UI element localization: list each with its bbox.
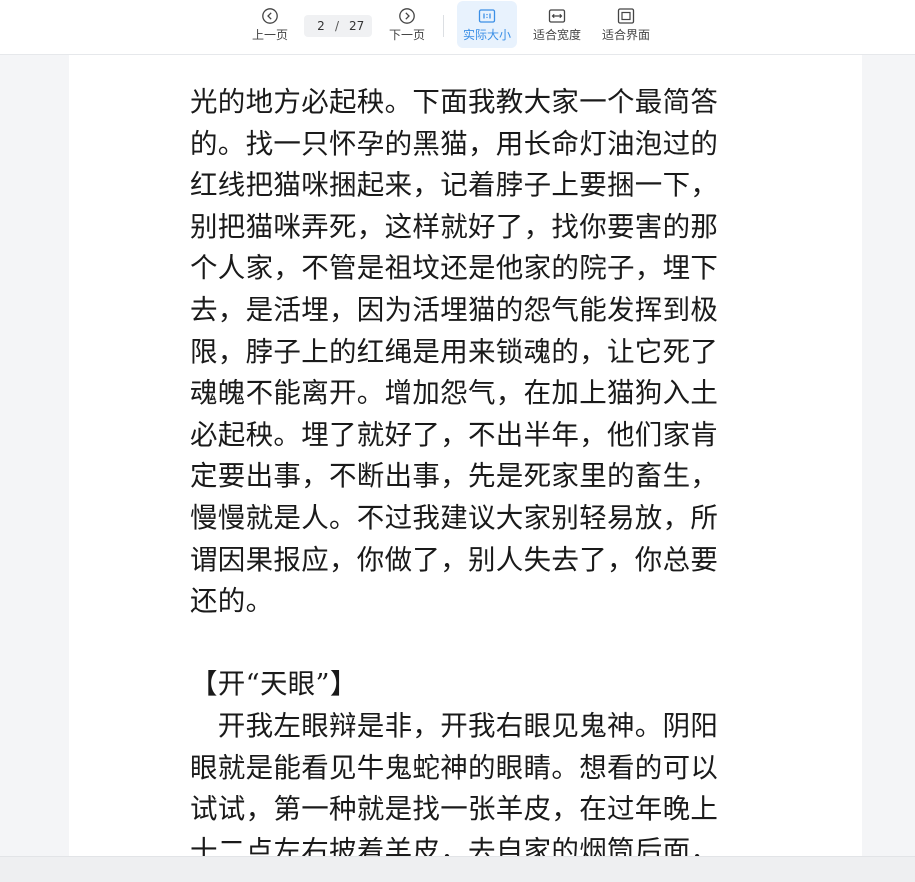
actual-size-icon [478,9,496,23]
text-line: 开我左眼辩是非，开我右眼见鬼神。阴阳 [190,709,719,742]
page-separator: / [335,19,340,33]
chevron-right-circle-icon [399,8,415,24]
bottom-scroll-bar[interactable] [0,856,915,882]
viewer-toolbar: 上一页 2 / 27 下一页 实际大小 适合宽度 适合界面 [0,0,915,55]
text-line: 去，是活埋，因为活埋猫的怨气能发挥到极 [190,293,719,326]
chevron-left-circle-icon [262,8,278,24]
text-line: 谓因果报应，你做了，别人失去了，你总要 [190,543,719,576]
previous-page-button[interactable]: 上一页 [248,0,292,50]
page-number-field[interactable]: 2 / 27 [304,15,372,37]
fit-page-label: 适合界面 [601,28,650,42]
actual-size-label: 实际大小 [462,28,511,42]
text-line: 限，脖子上的红绳是用来锁魂的，让它死了 [190,335,719,368]
page-text: 光的地方必起秧。下面我教大家一个最简答 的。找一只怀孕的黑猫，用长命灯油泡过的 … [190,82,746,856]
current-page-input[interactable]: 2 [314,19,328,33]
text-line: 十二点左右披着羊皮，去自家的烟筒后面， [190,834,719,856]
fit-width-icon [548,9,566,23]
fit-page-button[interactable]: 适合界面 [597,0,655,50]
text-line: 眼就是能看见牛鬼蛇神的眼睛。想看的可以 [190,751,719,784]
text-line: 光的地方必起秧。下面我教大家一个最简答 [190,86,719,118]
text-line: 魂魄不能离开。增加怨气，在加上猫狗入土 [190,377,719,410]
text-line: 必起秧。埋了就好了，不出半年，他们家肯 [190,418,719,451]
actual-size-button[interactable]: 实际大小 [457,1,517,48]
text-line: 个人家，不管是祖坟还是他家的院子，埋下 [190,252,719,285]
text-line: 别把猫咪弄死，这样就好了，找你要害的那 [190,210,719,243]
previous-page-label: 上一页 [251,28,288,42]
text-line: 的。找一只怀孕的黑猫，用长命灯油泡过的 [190,127,719,160]
fit-page-icon [617,8,635,24]
fit-width-button[interactable]: 适合宽度 [528,0,586,50]
next-page-button[interactable]: 下一页 [385,0,429,50]
next-page-label: 下一页 [388,28,425,42]
section-heading: 【开“天眼”】 [190,668,358,701]
text-line: 还的。 [190,585,274,618]
text-line: 慢慢就是人。不过我建议大家别轻易放，所 [190,501,719,534]
text-line: 红线把猫咪捆起来，记着脖子上要捆一下， [190,169,719,202]
fit-width-label: 适合宽度 [532,28,581,42]
text-line: 定要出事，不断出事，先是死家里的畜生， [190,460,719,493]
total-pages: 27 [349,19,365,33]
toolbar-divider [443,15,444,37]
document-page: 光的地方必起秧。下面我教大家一个最简答 的。找一只怀孕的黑猫，用长命灯油泡过的 … [69,54,862,856]
text-line: 试试，第一种就是找一张羊皮，在过年晚上 [190,793,719,826]
